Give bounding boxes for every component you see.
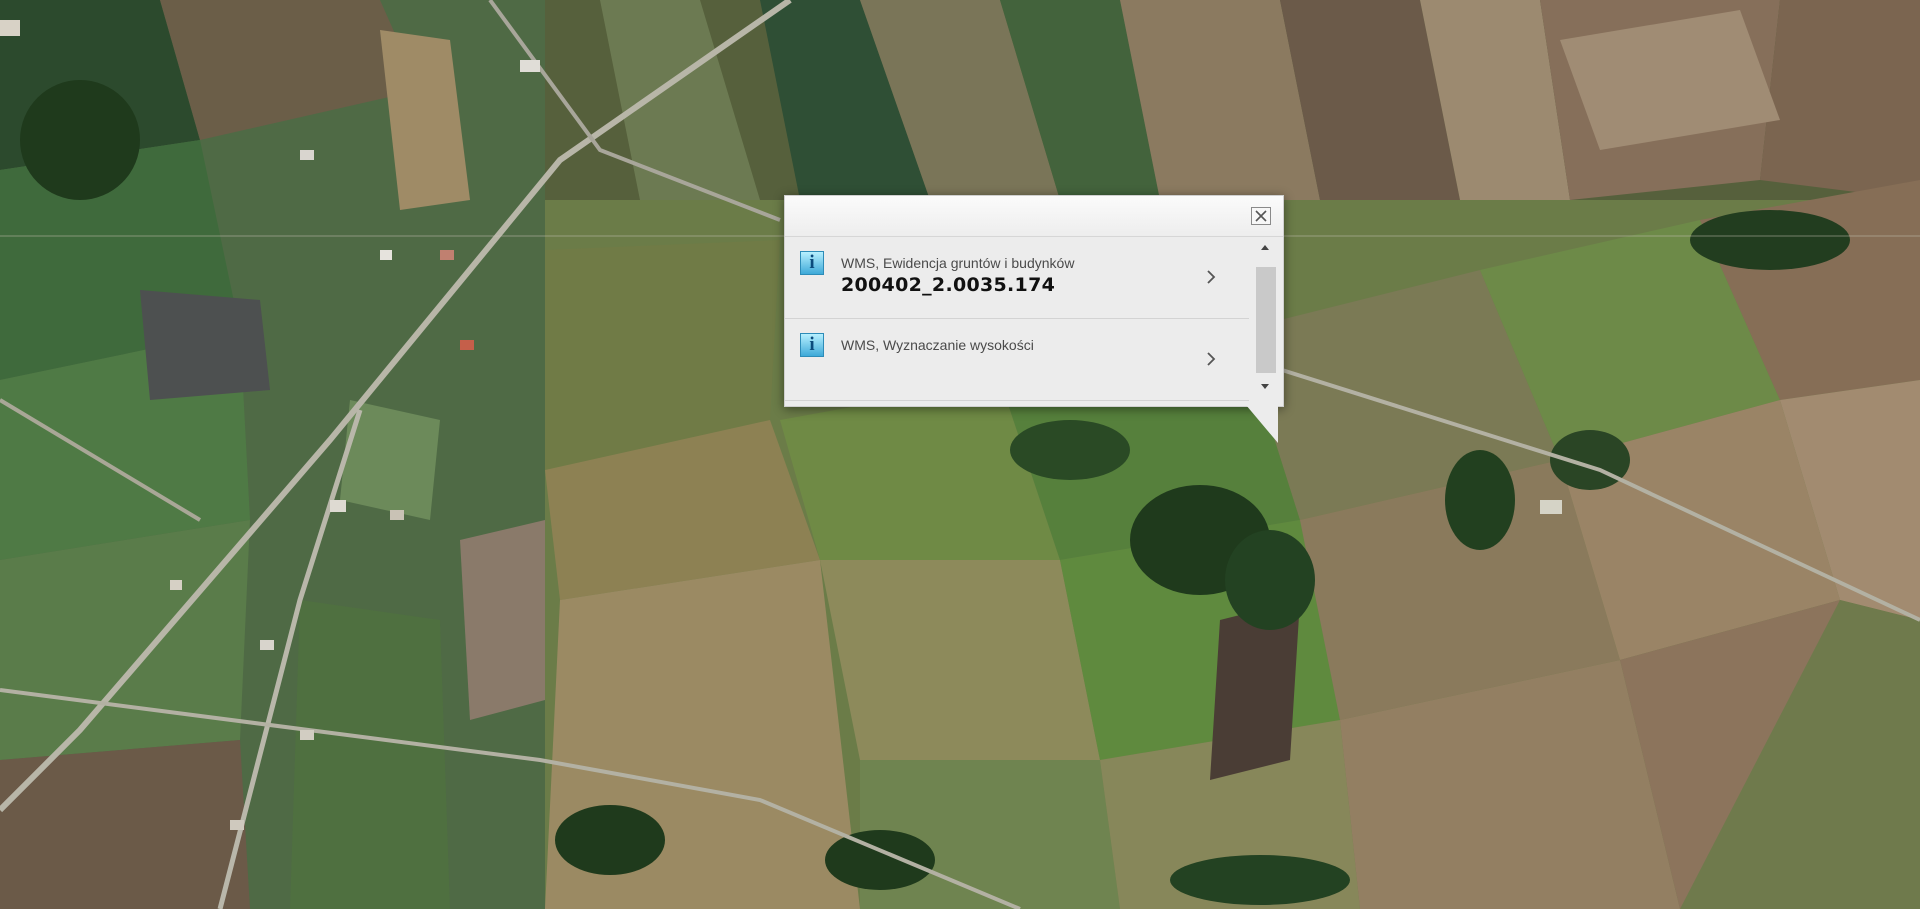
popup-header xyxy=(785,196,1283,237)
close-icon xyxy=(1255,210,1267,222)
chevron-right-icon[interactable] xyxy=(1206,351,1216,367)
result-parcel-id: 200402_2.0035.174 xyxy=(841,274,1056,296)
chevron-right-icon[interactable] xyxy=(1206,269,1216,285)
result-layer-name: WMS, Ewidencja gruntów i budynków xyxy=(841,255,1075,271)
scroll-down-icon[interactable] xyxy=(1259,383,1271,391)
identify-popup: i WMS, Ewidencja gruntów i budynków 2004… xyxy=(784,195,1284,407)
close-button[interactable] xyxy=(1251,207,1271,225)
result-item-wysokosci[interactable]: i WMS, Wyznaczanie wysokości xyxy=(785,319,1249,401)
popup-pointer xyxy=(1246,405,1278,443)
result-layer-name: WMS, Wyznaczanie wysokości xyxy=(841,337,1034,353)
result-item-ewidencja[interactable]: i WMS, Ewidencja gruntów i budynków 2004… xyxy=(785,237,1249,319)
results-list: i WMS, Ewidencja gruntów i budynków 2004… xyxy=(785,237,1249,406)
map-imagery xyxy=(0,0,1920,909)
info-icon: i xyxy=(800,251,824,275)
scroll-up-icon[interactable] xyxy=(1259,243,1271,251)
popup-body: i WMS, Ewidencja gruntów i budynków 2004… xyxy=(785,237,1283,406)
info-icon: i xyxy=(800,333,824,357)
popup-scrollbar[interactable] xyxy=(1253,243,1277,399)
satellite-map[interactable] xyxy=(0,0,1920,909)
scroll-thumb[interactable] xyxy=(1256,267,1276,373)
